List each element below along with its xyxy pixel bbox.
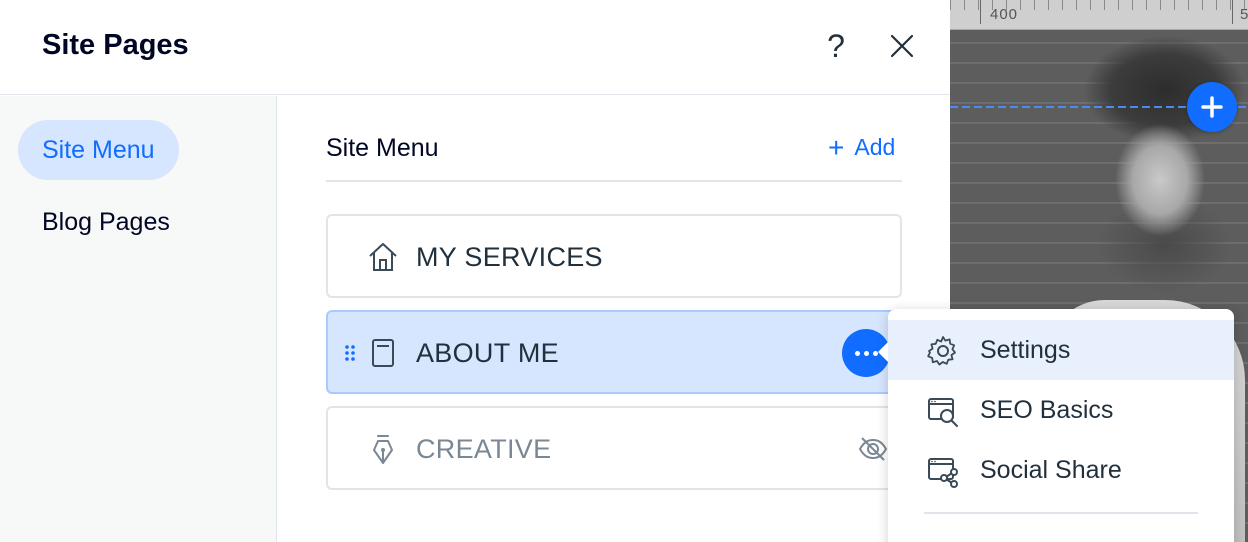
canvas-add-button[interactable] (1187, 82, 1237, 132)
more-icon-dot (854, 350, 860, 356)
menu-item-settings[interactable]: Settings (888, 320, 1234, 380)
help-icon: ? (827, 27, 845, 64)
more-icon-dot (872, 350, 878, 356)
plus-icon: + (828, 131, 845, 163)
add-page-button[interactable]: + Add (828, 131, 896, 163)
page-item-creative[interactable]: CREATIVE (326, 406, 902, 490)
section-title: Site Menu (326, 134, 439, 162)
pen-icon (366, 432, 400, 466)
page-label: ABOUT ME (416, 338, 559, 368)
page-item-my-services[interactable]: MY SERVICES (326, 214, 902, 298)
seo-search-icon (926, 394, 960, 428)
menu-item-social-share[interactable]: Social Share (888, 440, 1234, 500)
close-button[interactable] (884, 28, 920, 64)
eye-slash-icon[interactable] (858, 434, 888, 464)
page-label: MY SERVICES (416, 242, 603, 272)
divider (326, 180, 902, 182)
menu-divider (924, 512, 1198, 514)
add-page-label: Add (854, 134, 896, 160)
nav-item-label: Blog Pages (42, 207, 170, 236)
home-icon (366, 240, 400, 274)
gear-icon (926, 334, 960, 368)
plus-icon (1201, 96, 1223, 118)
ruler-label: 400 (990, 6, 1019, 23)
drag-handle-icon[interactable] (344, 344, 356, 362)
page-context-menu: Settings SEO Basics Social Share (878, 309, 1234, 542)
ruler-tick (1232, 0, 1233, 24)
horizontal-ruler: 400 5 (950, 0, 1248, 30)
page-label: CREATIVE (416, 434, 552, 464)
help-button[interactable]: ? (818, 26, 854, 66)
page-icon (366, 336, 400, 370)
close-icon (890, 34, 914, 58)
menu-item-label: SEO Basics (980, 396, 1114, 424)
site-menu-content: Site Menu + Add MY SERVICES ABOUT ME CRE… (278, 96, 950, 542)
menu-item-label: Settings (980, 336, 1071, 364)
panel-title: Site Pages (42, 29, 189, 61)
menu-item-seo-basics[interactable]: SEO Basics (888, 380, 1234, 440)
site-pages-panel: Site Pages ? Site Menu Blog Pages Site M… (0, 0, 950, 542)
more-icon-dot (863, 350, 869, 356)
ruler-tick (980, 0, 981, 24)
page-item-about-me[interactable]: ABOUT ME (326, 310, 902, 394)
menu-item-label: Social Share (980, 456, 1122, 484)
nav-item-label: Site Menu (42, 135, 155, 164)
panel-header: Site Pages ? (0, 0, 950, 95)
ruler-label-right: 5 (1240, 6, 1248, 23)
left-nav: Site Menu Blog Pages (0, 96, 277, 542)
nav-item-blog-pages[interactable]: Blog Pages (18, 192, 194, 252)
nav-item-site-menu[interactable]: Site Menu (18, 120, 179, 180)
social-share-icon (926, 454, 960, 488)
